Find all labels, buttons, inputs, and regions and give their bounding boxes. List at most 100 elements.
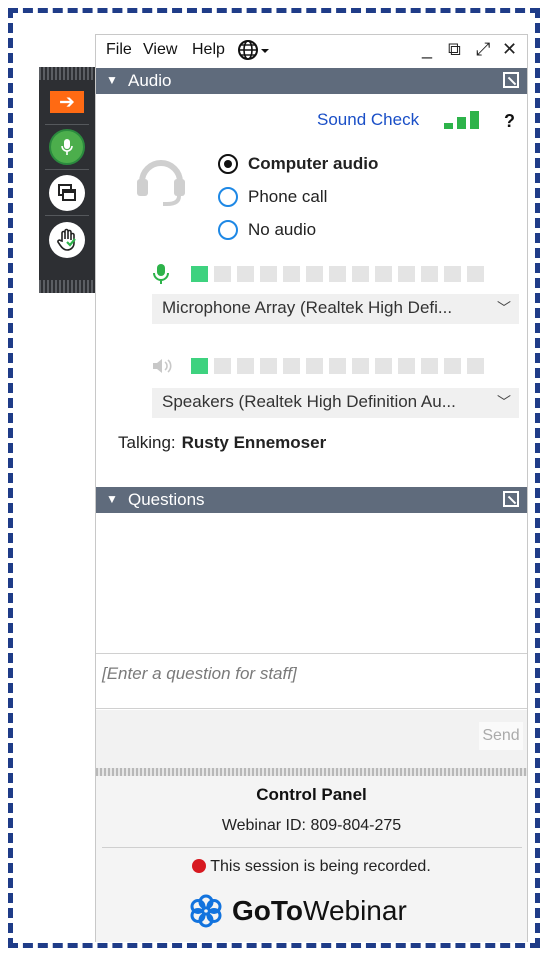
- audio-section-title: Audio: [128, 71, 172, 90]
- microphone-level-segment: [352, 266, 369, 282]
- speaker-level-segment: [306, 358, 323, 374]
- speaker-level-segment: [283, 358, 300, 374]
- phone-call-option[interactable]: Phone call: [218, 187, 327, 207]
- speaker-level-segment: [214, 358, 231, 374]
- speaker-level-segment: [237, 358, 254, 374]
- microphone-level-segment: [283, 266, 300, 282]
- raise-hand-button[interactable]: [39, 218, 95, 262]
- microphone-level-segment: [421, 266, 438, 282]
- dock-button[interactable]: ⧉: [448, 39, 461, 60]
- computer-audio-label: Computer audio: [248, 154, 379, 173]
- speaker-select[interactable]: Speakers (Realtek High Definition Au... …: [152, 388, 519, 418]
- phone-call-label: Phone call: [248, 187, 328, 206]
- control-panel-window: File View Help _ ⧉ ⤢ ✕ ▼ Audio Sound Che…: [95, 34, 528, 942]
- questions-log: [96, 513, 527, 652]
- microphone-icon: [49, 129, 85, 165]
- microphone-level-segment: [398, 266, 415, 282]
- speaker-level-meter: [151, 356, 491, 376]
- arrow-right-icon: ➔: [50, 91, 84, 113]
- no-audio-label: No audio: [248, 220, 317, 239]
- questions-section-header[interactable]: ▼ Questions: [96, 487, 527, 513]
- microphone-level-segment: [191, 266, 208, 282]
- side-toolbar: ➔: [39, 67, 95, 293]
- screen-viewer-button[interactable]: [39, 171, 95, 215]
- sound-check-link[interactable]: Sound Check: [317, 110, 419, 130]
- collapse-panel-button[interactable]: ➔: [39, 80, 95, 124]
- popout-section-icon[interactable]: [503, 491, 519, 507]
- send-button[interactable]: Send: [479, 722, 523, 750]
- webinar-id: Webinar ID: 809-804-275: [221, 817, 402, 834]
- collapse-triangle-icon: ▼: [106, 492, 118, 506]
- microphone-level-segment: [237, 266, 254, 282]
- control-panel-title: Control Panel: [256, 785, 367, 804]
- collapse-triangle-icon: ▼: [106, 73, 118, 87]
- raise-hand-icon: [49, 222, 85, 258]
- close-button[interactable]: ✕: [502, 39, 517, 60]
- logo-goto-text: GoTo: [232, 895, 304, 926]
- speaker-device-value: Speakers (Realtek High Definition Au...: [162, 392, 456, 411]
- recording-dot-icon: [192, 859, 207, 873]
- microphone-level-segment: [260, 266, 277, 282]
- toolbar-divider: [45, 215, 89, 216]
- microphone-level-icon: [151, 264, 171, 284]
- radio-unselected-icon: [218, 187, 238, 207]
- audio-section-header[interactable]: ▼ Audio: [96, 68, 527, 94]
- menu-help[interactable]: Help: [192, 41, 225, 59]
- panel-footer: Control Panel Webinar ID: 809-804-275 Th…: [96, 776, 527, 942]
- microphone-toggle-button[interactable]: [39, 125, 95, 169]
- recording-notice: This session is being recorded.: [96, 858, 527, 876]
- signal-bars-icon: [444, 111, 484, 129]
- question-input[interactable]: [Enter a question for staff]: [96, 653, 527, 709]
- no-audio-option[interactable]: No audio: [218, 220, 316, 240]
- popout-section-icon[interactable]: [503, 72, 519, 88]
- headset-icon: [134, 152, 188, 206]
- menu-file[interactable]: File: [106, 41, 132, 59]
- radio-unselected-icon: [218, 220, 238, 240]
- radio-selected-icon: [218, 154, 238, 174]
- screen-share-icon: [49, 175, 85, 211]
- microphone-level-segment: [214, 266, 231, 282]
- speaker-level-segment: [444, 358, 461, 374]
- logo-webinar-text: Webinar: [303, 895, 407, 926]
- speaker-level-segment: [375, 358, 392, 374]
- microphone-level-segment: [306, 266, 323, 282]
- recording-text: This session is being recorded.: [210, 858, 431, 875]
- microphone-level-segment: [329, 266, 346, 282]
- chevron-down-icon: ﹀: [497, 300, 511, 316]
- computer-audio-option[interactable]: Computer audio: [218, 154, 378, 174]
- chevron-down-icon: ﹀: [497, 394, 511, 410]
- speaker-level-segment: [398, 358, 415, 374]
- toolbar-divider: [45, 169, 89, 170]
- send-area: Send: [96, 710, 527, 768]
- talking-name: Rusty Ennemoser: [181, 433, 327, 452]
- footer-divider: [102, 847, 522, 848]
- speaker-level-segment: [191, 358, 208, 374]
- talking-indicator: Talking: Rusty Ennemoser: [118, 433, 326, 453]
- microphone-level-segment: [375, 266, 392, 282]
- gotowebinar-flower-icon: [190, 894, 222, 928]
- speaker-level-segment: [467, 358, 484, 374]
- speaker-level-segment: [260, 358, 277, 374]
- microphone-select[interactable]: Microphone Array (Realtek High Defi... ﹀: [152, 294, 519, 324]
- microphone-device-value: Microphone Array (Realtek High Defi...: [162, 298, 453, 317]
- question-placeholder: [Enter a question for staff]: [102, 664, 297, 683]
- popout-button[interactable]: ⤢: [476, 39, 490, 60]
- microphone-level-segment: [444, 266, 461, 282]
- microphone-level-meter: [151, 264, 491, 284]
- minimize-button[interactable]: _: [422, 39, 432, 60]
- toolbar-grip-bottom[interactable]: [39, 280, 95, 293]
- speaker-level-segment: [421, 358, 438, 374]
- speaker-icon: [151, 356, 172, 376]
- language-globe-icon[interactable]: [237, 39, 273, 66]
- speaker-level-segment: [329, 358, 346, 374]
- menu-view[interactable]: View: [143, 41, 177, 59]
- menu-bar: File View Help _ ⧉ ⤢ ✕: [96, 35, 527, 67]
- questions-section-title: Questions: [128, 490, 205, 509]
- speaker-level-segment: [352, 358, 369, 374]
- microphone-level-segment: [467, 266, 484, 282]
- talking-label: Talking:: [118, 433, 176, 452]
- resize-grip[interactable]: [96, 768, 527, 776]
- audio-help-button[interactable]: ?: [504, 111, 515, 132]
- toolbar-grip-top[interactable]: [39, 67, 95, 80]
- gotowebinar-logo: GoToWebinar: [188, 891, 407, 931]
